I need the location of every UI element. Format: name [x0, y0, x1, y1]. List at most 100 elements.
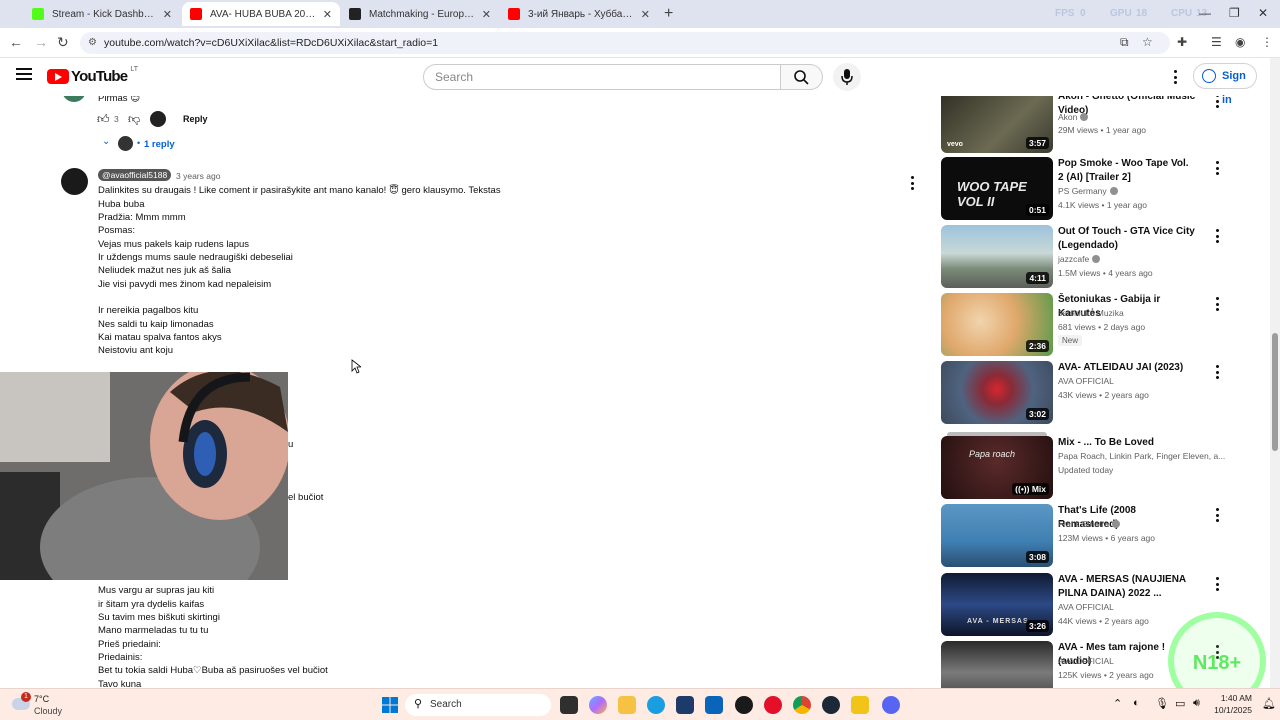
related-video-item[interactable]: Papa roach ((•)) Mix Mix - ... To Be Lov… [941, 432, 1231, 500]
copilot-icon[interactable] [589, 696, 607, 714]
video-more-icon[interactable] [1211, 229, 1223, 243]
tab-kick-dashboard[interactable]: Stream - Kick Dashboard ✕ [24, 2, 180, 26]
video-title[interactable]: Mix - ... To Be Loved [1058, 436, 1196, 450]
browser-menu-icon[interactable]: ⋮ [1261, 35, 1273, 49]
discord-icon[interactable] [882, 696, 900, 714]
video-title[interactable]: AVA- ATLEIDAU JAI (2023) [1058, 361, 1196, 375]
store-icon[interactable] [676, 696, 694, 714]
chevron-down-icon[interactable]: ⌄ [102, 136, 110, 147]
dislike-icon[interactable]: 👎︎ [128, 112, 140, 127]
task-view-icon[interactable] [560, 696, 578, 714]
close-window-icon[interactable]: ✕ [1258, 6, 1268, 20]
related-video-item[interactable]: WOO TAPE VOL II 0:51 Pop Smoke - Woo Tap… [941, 157, 1231, 221]
like-icon[interactable]: 👍︎ [97, 112, 110, 127]
settings-more-icon[interactable] [1169, 70, 1181, 84]
tray-app-icon[interactable]: ◐ [1133, 697, 1140, 709]
tab-search-icon[interactable]: ☰ [1211, 35, 1222, 49]
video-channel[interactable]: šetoniuko Muzika [1058, 308, 1124, 318]
volume-icon[interactable]: 🔊︎ [1193, 697, 1200, 710]
restore-icon[interactable]: ❐ [1229, 6, 1240, 20]
clock-date[interactable]: 10/1/2025 [1206, 705, 1252, 715]
opera-icon[interactable] [764, 696, 782, 714]
extensions-icon[interactable]: ✚ [1177, 35, 1187, 49]
show-hidden-icons-chevron-icon[interactable]: ⌃ [1113, 697, 1122, 710]
video-channel[interactable]: PS Germany [1058, 186, 1118, 196]
page-scrollbar[interactable] [1270, 58, 1280, 688]
video-thumbnail[interactable]: vevo 3:57 [941, 96, 1053, 153]
video-channel[interactable]: AVA OFFICIAL [1058, 602, 1114, 612]
app-icon[interactable] [851, 696, 869, 714]
video-thumbnail[interactable]: 4:11 [941, 225, 1053, 288]
notification-bell-icon[interactable]: 🔔︎ [1262, 697, 1276, 710]
video-thumbnail[interactable]: 3:02 [941, 361, 1053, 424]
search-button[interactable] [781, 64, 823, 90]
related-video-item[interactable]: vevo 3:57 Akon - Ghetto (Official Music … [941, 96, 1231, 154]
replies-toggle[interactable]: 1 reply [144, 139, 175, 150]
video-thumbnail[interactable]: 2:36 [941, 293, 1053, 356]
youtube-logo[interactable]: YouTube LT [47, 66, 138, 85]
back-icon[interactable]: ← [9, 34, 23, 50]
related-video-item[interactable]: 3:02 AVA- ATLEIDAU JAI (2023) AVA OFFICI… [941, 361, 1231, 425]
search-input[interactable]: Search [423, 64, 781, 90]
related-video-item[interactable]: 2:36 Šetoniukas - Gabija ir Karvutės šet… [941, 293, 1231, 357]
comment-author-handle[interactable]: @avaofficial5188 [98, 169, 172, 181]
forward-icon[interactable]: → [34, 34, 48, 50]
video-thumbnail[interactable]: WOO TAPE VOL II 0:51 [941, 157, 1053, 220]
video-channel[interactable]: Papa Roach, Linkin Park, Finger Eleven, … [1058, 451, 1225, 461]
chrome-icon[interactable] [793, 696, 811, 714]
close-tab-icon[interactable]: ✕ [323, 8, 332, 21]
related-video-item[interactable]: 3:08 That's Life (2008 Remastered) Frank… [941, 504, 1231, 568]
video-thumbnail[interactable]: 3:08 [941, 504, 1053, 567]
video-more-icon[interactable] [1211, 96, 1223, 108]
avatar[interactable] [61, 168, 88, 195]
install-app-icon[interactable]: ⧉ [1120, 35, 1129, 50]
scrollbar-thumb[interactable] [1272, 333, 1278, 451]
clock-time[interactable]: 1:40 AM [1210, 693, 1252, 703]
site-settings-icon[interactable]: ⚙ [88, 32, 97, 54]
video-channel[interactable]: AVA OFFICIAL [1058, 656, 1114, 666]
steam-icon[interactable] [822, 696, 840, 714]
tab-youtube-2[interactable]: 3-ий Январь - Хубба Бубба (дж ✕ [500, 2, 658, 26]
sign-in-button[interactable]: Sign in [1193, 63, 1257, 106]
tab-matchmaking[interactable]: Matchmaking - Europe 5v5 Quick ✕ [341, 2, 499, 26]
video-channel[interactable]: Frank Sinatra [1058, 519, 1121, 529]
reply-button[interactable]: Reply [183, 114, 208, 124]
windows-start-icon[interactable] [381, 696, 399, 714]
video-more-icon[interactable] [1211, 161, 1223, 175]
video-thumbnail[interactable]: AVA - MERSAS 3:26 [941, 573, 1053, 636]
voice-search-button[interactable] [833, 63, 861, 91]
profile-icon[interactable]: ◉ [1235, 35, 1245, 49]
video-more-icon[interactable] [1211, 508, 1223, 522]
video-channel[interactable]: AVA OFFICIAL [1058, 376, 1114, 386]
video-title[interactable]: AVA - MERSAS (NAUJIENA PILNA DAINA) 2022… [1058, 573, 1196, 600]
outlook-icon[interactable] [705, 696, 723, 714]
video-more-icon[interactable] [1211, 365, 1223, 379]
tab-youtube-active[interactable]: AVA- HUBA BUBA 2022(PILNA DAINA) ✕ [182, 2, 340, 26]
microphone-tray-icon[interactable]: 🎙︎ [1155, 697, 1169, 710]
video-more-icon[interactable] [1211, 297, 1223, 311]
minimize-icon[interactable]: — [1199, 6, 1211, 20]
menu-hamburger-icon[interactable] [16, 68, 32, 80]
new-tab-icon[interactable]: + [664, 5, 673, 23]
weather-desc[interactable]: Cloudy [34, 706, 62, 716]
reload-icon[interactable]: ↻ [57, 34, 69, 51]
bookmark-star-icon[interactable]: ☆ [1142, 35, 1153, 49]
video-channel[interactable]: Akon [1058, 112, 1089, 122]
comment-more-icon[interactable] [906, 176, 918, 190]
related-video-item[interactable]: 4:11 Out Of Touch - GTA Vice City (Legen… [941, 225, 1231, 289]
video-title[interactable]: Pop Smoke - Woo Tape Vol. 2 (AI) [Traile… [1058, 157, 1196, 184]
network-icon[interactable]: ▭ [1175, 697, 1185, 710]
app-icon[interactable] [735, 696, 753, 714]
video-thumbnail[interactable]: Papa roach ((•)) Mix [941, 436, 1053, 499]
taskbar-search-box[interactable]: ⚲ Search [405, 694, 551, 716]
close-tab-icon[interactable]: ✕ [163, 8, 172, 21]
video-thumbnail[interactable] [941, 641, 1053, 688]
file-explorer-icon[interactable] [618, 696, 636, 714]
weather-temp[interactable]: 7°C [34, 694, 49, 704]
video-more-icon[interactable] [1211, 577, 1223, 591]
video-title[interactable]: Out Of Touch - GTA Vice City (Legendado) [1058, 225, 1196, 252]
close-tab-icon[interactable]: ✕ [482, 8, 491, 21]
edge-icon[interactable] [647, 696, 665, 714]
avatar[interactable] [62, 96, 86, 102]
video-channel[interactable]: jazzcafe [1058, 254, 1101, 264]
